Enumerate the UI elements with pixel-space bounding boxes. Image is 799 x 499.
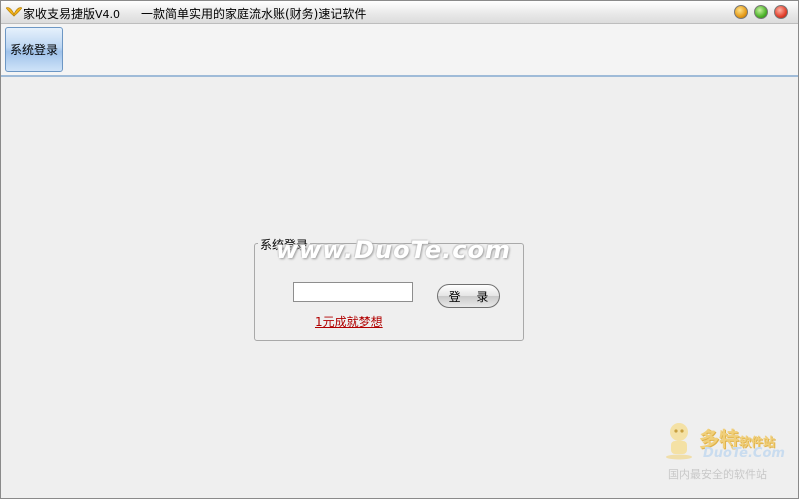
system-login-tab[interactable]: 系统登录 [5, 27, 63, 72]
wings-icon [6, 7, 22, 17]
minimize-icon[interactable] [734, 5, 748, 19]
duote-brand-url: DuoTe.Com [703, 446, 785, 461]
promo-link[interactable]: 1元成就梦想 [315, 313, 383, 330]
toolbar: 系统登录 [1, 24, 798, 77]
close-icon[interactable] [774, 5, 788, 19]
app-title: 家收支易捷版V4.0 [23, 7, 121, 21]
duote-mascot-icon [666, 423, 692, 460]
system-login-tab-label: 系统登录 [9, 43, 58, 57]
title-bar[interactable]: 家收支易捷版V4.0 一款简单实用的家庭流水账(财务)速记软件 [1, 1, 798, 24]
password-input[interactable] [293, 282, 413, 302]
duote-brand-slogan: 国内最安全的软件站 [668, 468, 767, 481]
duote-watermark: www.DuoTe.com [276, 236, 511, 264]
app-slogan: 一款简单实用的家庭流水账(财务)速记软件 [141, 7, 367, 21]
maximize-icon[interactable] [754, 5, 768, 19]
login-button[interactable]: 登 录 [437, 284, 500, 308]
